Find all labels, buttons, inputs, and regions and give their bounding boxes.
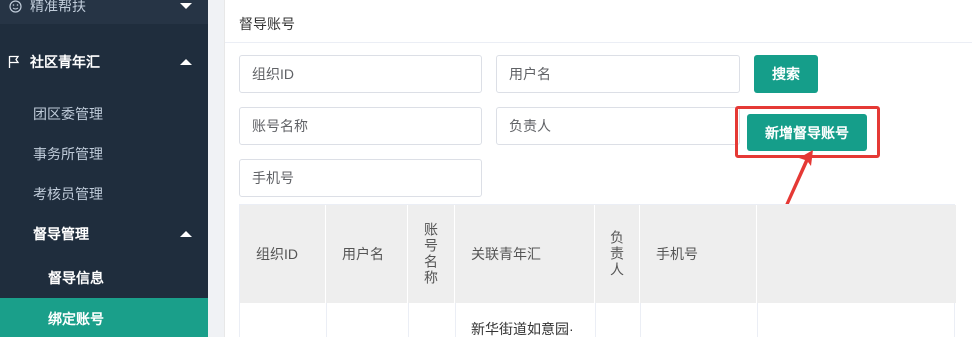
content-card: 督导账号 搜索 新增督导账号 组织ID 用户名 账号名称 关联青年汇 负责人 手…	[224, 0, 972, 337]
username-input[interactable]	[496, 55, 740, 93]
sidebar-item-supervisor-management[interactable]: 督导管理	[0, 214, 208, 254]
table-header-actions	[757, 205, 956, 303]
sidebar-item-label: 事务所管理	[33, 146, 103, 162]
sidebar-group-label: 社区青年汇	[30, 54, 100, 70]
sidebar-item-office[interactable]: 事务所管理	[0, 134, 208, 174]
divider	[225, 42, 972, 43]
sidebar: 精准帮扶 社区青年汇 团区委管理 事务所管理 考核员管理 督导管理 督导信息 绑…	[0, 0, 208, 337]
chevron-up-icon	[180, 59, 192, 65]
sidebar-item-supervisor-info[interactable]: 督导信息	[0, 258, 208, 298]
table-header-username: 用户名	[326, 205, 408, 303]
sidebar-item-district-committee[interactable]: 团区委管理	[0, 94, 208, 134]
column-divider	[326, 303, 327, 337]
flag-icon	[8, 55, 20, 69]
column-divider	[757, 303, 758, 337]
table-header-phone: 手机号	[640, 205, 757, 303]
column-divider	[408, 303, 409, 337]
add-supervisor-account-button[interactable]: 新增督导账号	[747, 114, 867, 151]
owner-input[interactable]	[496, 107, 740, 145]
sidebar-item-label: 督导信息	[48, 270, 104, 286]
table-cell-linked-club: 新华街道如意园·	[471, 321, 574, 337]
main-content: 督导账号 搜索 新增督导账号 组织ID 用户名 账号名称 关联青年汇 负责人 手…	[208, 0, 972, 337]
column-divider	[595, 303, 596, 337]
column-divider	[455, 303, 456, 337]
account-name-input[interactable]	[239, 107, 482, 145]
table-header-linked-club: 关联青年汇	[455, 205, 595, 303]
sidebar-item-label: 绑定账号	[48, 311, 104, 327]
table-header-owner: 负责人	[595, 205, 640, 303]
table-header-account-name: 账号名称	[408, 205, 455, 303]
sidebar-item-precision-assist[interactable]: 精准帮扶	[0, 0, 208, 24]
chevron-up-icon	[180, 231, 192, 237]
column-divider	[640, 303, 641, 337]
page-title: 督导账号	[239, 16, 295, 32]
org-id-input[interactable]	[239, 55, 482, 93]
search-button[interactable]: 搜索	[754, 55, 818, 93]
sidebar-group-youth-club[interactable]: 社区青年汇	[0, 36, 208, 88]
chevron-down-icon	[180, 3, 192, 9]
accounts-table: 组织ID 用户名 账号名称 关联青年汇 负责人 手机号 新华街道如意园·	[239, 204, 956, 337]
sidebar-item-assessor[interactable]: 考核员管理	[0, 174, 208, 214]
sidebar-item-bind-account[interactable]: 绑定账号	[0, 298, 208, 337]
table-header-org-id: 组织ID	[240, 205, 326, 303]
sidebar-item-label: 督导管理	[33, 226, 89, 242]
smile-icon	[8, 0, 22, 13]
sidebar-item-label: 精准帮扶	[30, 0, 86, 14]
sidebar-item-label: 考核员管理	[33, 186, 103, 202]
phone-input[interactable]	[239, 159, 482, 197]
sidebar-item-label: 团区委管理	[33, 106, 103, 122]
